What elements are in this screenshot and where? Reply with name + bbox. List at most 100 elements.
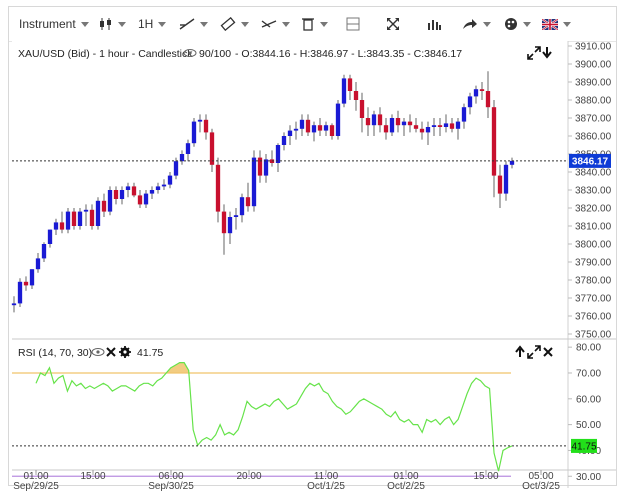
candle-body: [83, 209, 89, 212]
candle-body: [149, 190, 155, 194]
rsi-current-value: 41.75: [137, 347, 163, 359]
candle-body: [137, 195, 143, 205]
candle-body: [437, 125, 443, 127]
candle-body: [311, 125, 317, 133]
price-tick-label: 3860.00: [575, 132, 612, 143]
candle-body: [161, 184, 167, 187]
candle-body: [419, 128, 425, 133]
time-tick-label: 20:00: [236, 471, 261, 482]
candle-body: [491, 107, 497, 176]
candle-body: [389, 118, 395, 133]
candle-body: [71, 211, 77, 226]
candle-body: [335, 103, 341, 136]
candle-body: [299, 119, 305, 129]
candle-body: [17, 281, 23, 304]
candle-body: [77, 211, 83, 226]
price-tick-label: 3910.00: [575, 42, 612, 53]
candle-body: [29, 269, 35, 286]
candle-body: [359, 100, 365, 118]
candle-body: [167, 175, 173, 185]
candle-body: [239, 197, 245, 216]
candle-body: [47, 229, 53, 244]
candle-body: [41, 244, 47, 259]
price-pane[interactable]: [12, 41, 568, 339]
time-tick-label: 15:00: [473, 471, 498, 482]
candle-body: [275, 145, 281, 163]
candle-body: [53, 222, 59, 230]
candle-body: [467, 96, 473, 108]
price-tick-label: 3810.00: [575, 222, 612, 233]
candle-body: [107, 190, 113, 212]
candle-body: [323, 125, 329, 131]
candle-body: [395, 118, 401, 126]
candle-body: [449, 123, 455, 129]
candle-body: [11, 303, 17, 306]
candle-body: [425, 127, 431, 133]
rsi-tick-label: 80.00: [576, 343, 601, 354]
price-tick-label: 3830.00: [575, 186, 612, 197]
rsi-eye-icon[interactable]: [91, 348, 105, 356]
candle-body: [221, 211, 227, 234]
rsi-tick-label: 50.00: [576, 420, 601, 431]
candle-body: [125, 186, 131, 190]
candle-body: [341, 78, 347, 104]
candle-body: [59, 222, 65, 230]
candle-body: [377, 114, 383, 126]
time-date-label: Sep/30/25: [148, 481, 194, 492]
price-tick-label: 3890.00: [575, 78, 612, 89]
time-date-label: Oct/3/25: [522, 481, 560, 492]
price-tick-label: 3790.00: [575, 258, 612, 269]
price-tick-label: 3880.00: [575, 96, 612, 107]
time-axis: 01:00 15:00 06:00 20:00 11:00 01:00 15:00 05:00…: [13, 470, 560, 492]
candle-body: [317, 125, 323, 131]
candle-body: [65, 211, 71, 230]
rsi-remove-icon[interactable]: [106, 347, 116, 357]
candle-body: [365, 118, 371, 126]
candle-body: [293, 128, 299, 131]
candle-body: [473, 89, 479, 97]
candle-body: [197, 119, 203, 122]
time-tick-label: 15:00: [80, 471, 105, 482]
candle-body: [209, 132, 215, 165]
candle-body: [485, 91, 491, 108]
candle-body: [413, 125, 419, 129]
price-tick-label: 3840.00: [575, 168, 612, 179]
candle-body: [155, 186, 161, 190]
candle-body: [215, 164, 221, 212]
candle-body: [401, 121, 407, 126]
rsi-axis: 80.0070.0060.0050.0040.0030.00: [568, 343, 601, 483]
candle-body: [35, 258, 41, 270]
price-tick-label: 3760.00: [575, 312, 612, 323]
rsi-maximize-icon[interactable]: [527, 345, 541, 359]
chart-symbol-title: XAU/USD (Bid) - 1 hour - Candlestick: [18, 48, 193, 60]
candle-body: [371, 114, 377, 126]
price-tick-label: 3800.00: [575, 240, 612, 251]
candle-body: [143, 193, 149, 205]
candle-body: [95, 200, 101, 226]
candle-body: [179, 154, 185, 162]
candle-body: [89, 209, 95, 226]
price-tick-label: 3870.00: [575, 114, 612, 125]
chart-canvas[interactable]: 3910.00 3900.00 3890.00 3880.00 3870.00 3860.…: [0, 0, 625, 492]
price-axis: 3910.00 3900.00 3890.00 3880.00 3870.00 3860.…: [568, 42, 612, 341]
rsi-tick-label: 70.00: [576, 368, 601, 379]
current-price-label: 3846.17: [569, 153, 611, 168]
rsi-tick-label: 60.00: [576, 394, 601, 405]
candle-body: [227, 217, 233, 234]
candle-body: [131, 186, 137, 196]
candle-body: [287, 130, 293, 136]
rsi-close-icon[interactable]: [543, 347, 553, 357]
price-tick-label: 3770.00: [575, 294, 612, 305]
candle-body: [407, 121, 413, 126]
candle-body: [191, 121, 197, 144]
price-tick-label: 3780.00: [575, 276, 612, 287]
candle-body: [173, 161, 179, 176]
candle-body: [305, 119, 311, 133]
candle-body: [353, 91, 359, 100]
rsi-value-label: 41.75: [571, 438, 597, 453]
candle-body: [245, 197, 251, 207]
time-date-label: Oct/2/25: [387, 481, 425, 492]
move-pane-up-icon[interactable]: [515, 345, 525, 357]
rsi-settings-gear-icon[interactable]: [119, 346, 131, 358]
candle-body: [347, 78, 353, 91]
